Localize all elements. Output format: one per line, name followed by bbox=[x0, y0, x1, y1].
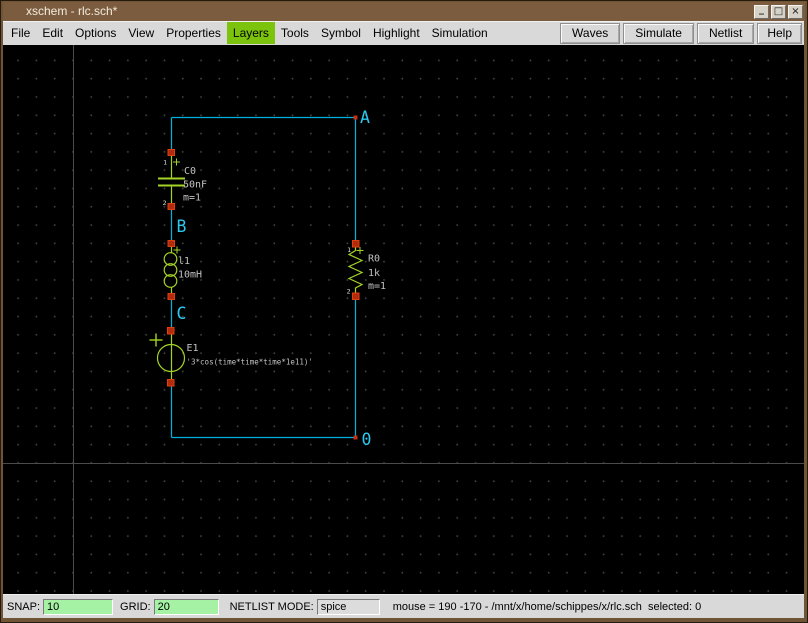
menu-item-properties[interactable]: Properties bbox=[160, 22, 227, 44]
netlist-mode-input[interactable] bbox=[317, 599, 380, 615]
component-value-label[interactable]: '3*cos(time*time*time*1e11)' bbox=[187, 358, 313, 367]
menu-item-view[interactable]: View bbox=[122, 22, 160, 44]
minimize-button[interactable]: _ bbox=[754, 5, 769, 19]
net-label-0[interactable]: 0 bbox=[362, 430, 372, 449]
mouse-status-text: mouse = 190 -170 - /mnt/x/home/schippes/… bbox=[393, 601, 701, 613]
window-controls: _ □ × bbox=[754, 5, 803, 19]
netlist-mode-label: NETLIST MODE: bbox=[230, 601, 314, 613]
help-button[interactable]: Help bbox=[757, 23, 802, 44]
component-name-label[interactable]: R0 bbox=[368, 254, 380, 265]
pin-square-icon[interactable] bbox=[353, 293, 360, 300]
pin-square-icon[interactable] bbox=[168, 328, 175, 335]
component-value-label[interactable]: 50nF bbox=[183, 180, 207, 191]
net-label-c[interactable]: C bbox=[177, 304, 187, 323]
menu-item-tools[interactable]: Tools bbox=[275, 22, 315, 44]
schematic-canvas[interactable]: 1 2 C0 50nF m=1 bbox=[3, 45, 804, 594]
waves-button[interactable]: Waves bbox=[560, 23, 620, 44]
window-title: xschem - rlc.sch* bbox=[26, 4, 117, 18]
net-labels: A B C 0 bbox=[177, 108, 372, 449]
maximize-button[interactable]: □ bbox=[771, 5, 786, 19]
netlist-button[interactable]: Netlist bbox=[697, 23, 754, 44]
menu-bar: File Edit Options View Properties Layers… bbox=[3, 21, 804, 45]
plus-polarity-icon bbox=[173, 159, 180, 166]
plus-polarity-icon bbox=[150, 334, 163, 347]
component-name-label[interactable]: C0 bbox=[184, 166, 196, 177]
menu-item-options[interactable]: Options bbox=[69, 22, 122, 44]
snap-input[interactable] bbox=[43, 599, 113, 615]
pin-number: 2 bbox=[163, 199, 167, 207]
component-name-label[interactable]: l1 bbox=[178, 256, 190, 267]
menu-item-highlight[interactable]: Highlight bbox=[367, 22, 426, 44]
menu-item-layers[interactable]: Layers bbox=[227, 22, 275, 44]
component-value-label[interactable]: 1k bbox=[368, 268, 380, 279]
menu-item-symbol[interactable]: Symbol bbox=[315, 22, 367, 44]
plus-polarity-icon bbox=[357, 247, 364, 254]
pin-square-icon[interactable] bbox=[353, 241, 360, 248]
component-extra-label[interactable]: m=1 bbox=[368, 281, 386, 292]
pin-square-icon[interactable] bbox=[168, 380, 175, 387]
pin-number: 2 bbox=[347, 288, 351, 296]
menu-item-simulation[interactable]: Simulation bbox=[426, 22, 494, 44]
wire-endpoint-marker-0 bbox=[354, 436, 358, 440]
pin-square-icon[interactable] bbox=[168, 294, 175, 300]
inductor-l1[interactable]: l1 10mH bbox=[164, 241, 202, 300]
grid-input[interactable] bbox=[154, 599, 219, 615]
status-bar: SNAP: GRID: NETLIST MODE: mouse = 190 -1… bbox=[3, 594, 804, 618]
pin-number: 1 bbox=[163, 159, 167, 167]
wire-endpoint-marker-a bbox=[354, 116, 358, 120]
simulate-button[interactable]: Simulate bbox=[623, 23, 694, 44]
pin-number: 1 bbox=[347, 246, 351, 254]
vsource-e1[interactable]: E1 '3*cos(time*time*time*1e11)' bbox=[150, 328, 313, 387]
close-button[interactable]: × bbox=[788, 5, 803, 19]
snap-label: SNAP: bbox=[7, 601, 40, 613]
component-value-label[interactable]: 10mH bbox=[178, 270, 202, 281]
grid-label: GRID: bbox=[120, 601, 151, 613]
component-name-label[interactable]: E1 bbox=[187, 343, 199, 354]
plus-polarity-icon bbox=[174, 247, 181, 254]
menu-item-file[interactable]: File bbox=[5, 22, 36, 44]
component-extra-label[interactable]: m=1 bbox=[183, 193, 201, 204]
menu-item-edit[interactable]: Edit bbox=[36, 22, 69, 44]
net-label-a[interactable]: A bbox=[360, 108, 370, 127]
resistor-r0[interactable]: 1 2 R0 1k m=1 bbox=[347, 241, 386, 300]
pin-square-icon[interactable] bbox=[168, 241, 175, 247]
capacitor-c0[interactable]: 1 2 C0 50nF m=1 bbox=[158, 150, 207, 210]
rlc-schematic-drawing: 1 2 C0 50nF m=1 bbox=[3, 45, 804, 594]
pin-square-icon[interactable] bbox=[168, 204, 175, 210]
title-bar[interactable]: xschem - rlc.sch* _ □ × bbox=[3, 2, 805, 21]
xschem-window: xschem - rlc.sch* _ □ × File Edit Option… bbox=[0, 0, 808, 623]
pin-square-icon[interactable] bbox=[168, 150, 175, 156]
net-label-b[interactable]: B bbox=[177, 217, 187, 236]
